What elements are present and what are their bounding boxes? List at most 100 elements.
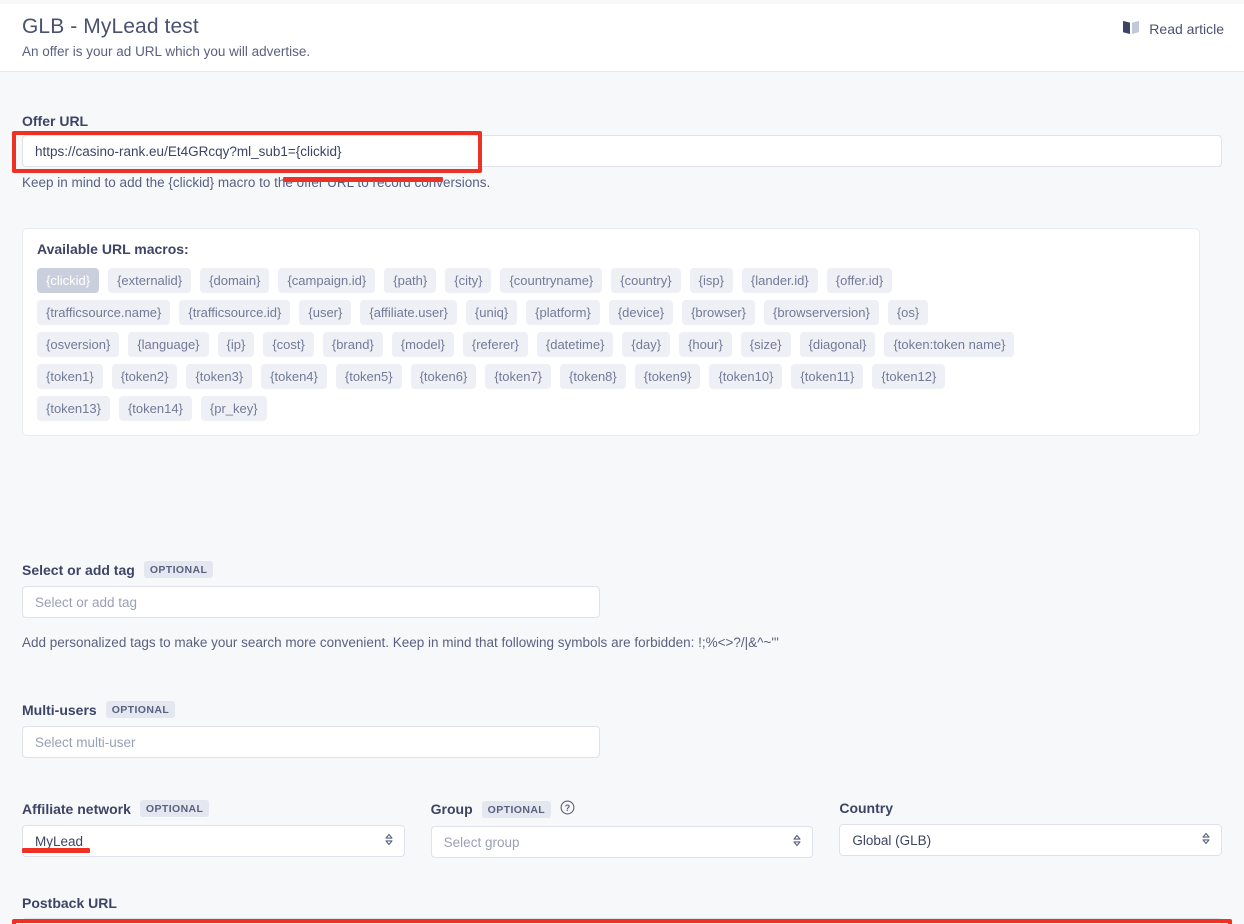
macro-chip[interactable]: {day} <box>622 332 671 357</box>
macro-chip[interactable]: {token:token name} <box>884 332 1015 357</box>
macro-chip[interactable]: {model} <box>391 332 454 357</box>
question-circle-icon[interactable]: ? <box>560 800 575 818</box>
offer-url-input[interactable]: https://casino-rank.eu/Et4GRcqy?ml_sub1=… <box>22 135 1222 167</box>
macro-chip[interactable]: {trafficsource.id} <box>179 300 291 325</box>
country-value: Global (GLB) <box>852 832 932 848</box>
macro-chip[interactable]: {device} <box>608 300 674 325</box>
postback-input[interactable]: http://pstb.gopeerclick.com/postback?use… <box>22 918 1222 924</box>
page-subtitle: An offer is your ad URL which you will a… <box>22 44 311 59</box>
group-select[interactable]: Select group <box>430 826 814 858</box>
macro-chip[interactable]: {countryname} <box>500 268 603 293</box>
offer-settings-page: GLB - MyLead test An offer is your ad UR… <box>0 0 1244 924</box>
macro-chip[interactable]: {token2} <box>111 364 178 389</box>
macro-chip[interactable]: {referer} <box>462 332 528 357</box>
group-placeholder: Select group <box>443 834 520 850</box>
chevron-updown-icon <box>792 834 802 851</box>
multi-users-field-group: Multi-users OPTIONAL Select multi-user <box>22 701 1222 758</box>
macro-chip[interactable]: {language} <box>128 332 209 357</box>
macro-chip[interactable]: {externalid} <box>108 268 192 293</box>
macro-chip[interactable]: {token11} <box>791 364 864 389</box>
tag-placeholder: Select or add tag <box>35 594 138 610</box>
page-title: GLB - MyLead test <box>22 15 199 38</box>
macro-chip[interactable]: {token9} <box>634 364 701 389</box>
tag-label: Select or add tag OPTIONAL <box>22 561 1222 578</box>
macro-chip[interactable]: {size} <box>740 332 791 357</box>
macro-chip[interactable]: {token5} <box>335 364 402 389</box>
url-macros-row: {token13} {token14} {pr_key} <box>37 396 1185 421</box>
tag-input[interactable]: Select or add tag <box>22 586 600 618</box>
country-field-group: Country Global (GLB) <box>839 800 1223 858</box>
url-macros-row: {osversion} {language} {ip} {cost} {brand} {m… <box>37 332 1185 357</box>
macro-chip[interactable]: {campaign.id} <box>278 268 376 293</box>
affiliate-network-field-group: Affiliate network OPTIONAL MyLead <box>22 800 405 858</box>
macro-chip[interactable]: {browserversion} <box>764 300 879 325</box>
page-header: GLB - MyLead test An offer is your ad UR… <box>0 4 1244 72</box>
macro-chip[interactable]: {brand} <box>322 332 383 357</box>
tag-helper-text: Add personalized tags to make your searc… <box>22 635 779 650</box>
macro-chip[interactable]: {token4} <box>261 364 327 389</box>
macro-chip[interactable]: {platform} <box>526 300 600 325</box>
macro-chip[interactable]: {path} <box>384 268 437 293</box>
postback-label: Postback URL <box>22 895 117 911</box>
macro-chip[interactable]: {cost} <box>263 332 314 357</box>
macro-chip[interactable]: {os} <box>887 300 929 325</box>
offer-url-value: https://casino-rank.eu/Et4GRcqy?ml_sub1=… <box>35 143 342 159</box>
macro-chip[interactable]: {ip} <box>217 332 255 357</box>
macro-chip[interactable]: {token12} <box>872 364 946 389</box>
macro-chip[interactable]: {token10} <box>709 364 783 389</box>
macro-chip[interactable]: {trafficsource.name} <box>37 300 171 325</box>
url-macros-row: {token1} {token2} {token3} {token4} {token5}… <box>37 364 1185 389</box>
postback-field-group: Postback URL http://pstb.gopeerclick.com… <box>22 895 1222 924</box>
affiliate-network-optional-badge: OPTIONAL <box>139 800 210 817</box>
macro-chip[interactable]: {osversion} <box>37 332 120 357</box>
country-select[interactable]: Global (GLB) <box>839 824 1223 856</box>
country-label: Country <box>839 800 894 816</box>
group-field-group: Group OPTIONAL ? Select group <box>430 800 814 858</box>
macro-chip[interactable]: {domain} <box>200 268 270 293</box>
book-icon <box>1122 20 1140 38</box>
offer-url-helper-text: Keep in mind to add the {clickid} macro … <box>22 175 491 190</box>
svg-text:?: ? <box>565 803 571 813</box>
read-article-link[interactable]: Read article <box>1122 20 1224 38</box>
offer-url-label: Offer URL <box>22 113 89 129</box>
macro-chip[interactable]: {affiliate.user} <box>360 300 457 325</box>
macro-chip[interactable]: {isp} <box>689 268 733 293</box>
macro-chip[interactable]: {uniq} <box>465 300 518 325</box>
tag-optional-badge: OPTIONAL <box>143 561 214 578</box>
macro-chip[interactable]: {token13} <box>37 396 110 421</box>
url-macros-panel: Available URL macros: {clickid} {external… <box>22 228 1200 436</box>
url-macros-rows: {clickid} {externalid} {domain} {campaign.i… <box>37 268 1185 421</box>
group-optional-badge: OPTIONAL <box>481 800 552 818</box>
macro-chip[interactable]: {datetime} <box>536 332 614 357</box>
macro-chip[interactable]: {token7} <box>485 364 552 389</box>
macro-chip[interactable]: {browser} <box>682 300 756 325</box>
macro-chip[interactable]: {offer.id} <box>826 268 893 293</box>
chevron-updown-icon <box>384 833 394 850</box>
macro-chip[interactable]: {token1} <box>37 364 103 389</box>
group-label: Group OPTIONAL ? <box>431 800 814 818</box>
macro-chip[interactable]: {token14} <box>118 396 192 421</box>
url-macros-row: {clickid} {externalid} {domain} {campaign.i… <box>37 268 1185 293</box>
macro-chip[interactable]: {city} <box>445 268 492 293</box>
multi-users-label: Multi-users OPTIONAL <box>22 701 1222 718</box>
multi-users-input[interactable]: Select multi-user <box>22 726 600 758</box>
macro-chip[interactable]: {token8} <box>560 364 626 389</box>
url-macros-row: {trafficsource.name} {trafficsource.id} {u… <box>37 300 1185 325</box>
affiliate-network-select[interactable]: MyLead <box>22 825 405 857</box>
macro-chip[interactable]: {token3} <box>186 364 253 389</box>
url-macros-title: Available URL macros: <box>37 241 189 257</box>
macro-chip[interactable]: {clickid} <box>37 268 100 293</box>
macro-chip[interactable]: {hour} <box>679 332 732 357</box>
macro-chip[interactable]: {diagonal} <box>799 332 876 357</box>
macro-chip[interactable]: {user} <box>299 300 352 325</box>
multi-users-optional-badge: OPTIONAL <box>105 701 176 718</box>
macro-chip[interactable]: {country} <box>611 268 681 293</box>
selects-row: Affiliate network OPTIONAL MyLead Group <box>22 800 1223 858</box>
macro-chip[interactable]: {lander.id} <box>741 268 818 293</box>
multi-users-placeholder: Select multi-user <box>35 734 136 750</box>
macro-chip[interactable]: {token6} <box>410 364 477 389</box>
offer-url-field-group: Offer URL https://casino-rank.eu/Et4GRcq… <box>22 113 1222 190</box>
read-article-label: Read article <box>1149 21 1224 37</box>
chevron-updown-icon <box>1201 832 1211 849</box>
macro-chip[interactable]: {pr_key} <box>200 396 267 421</box>
